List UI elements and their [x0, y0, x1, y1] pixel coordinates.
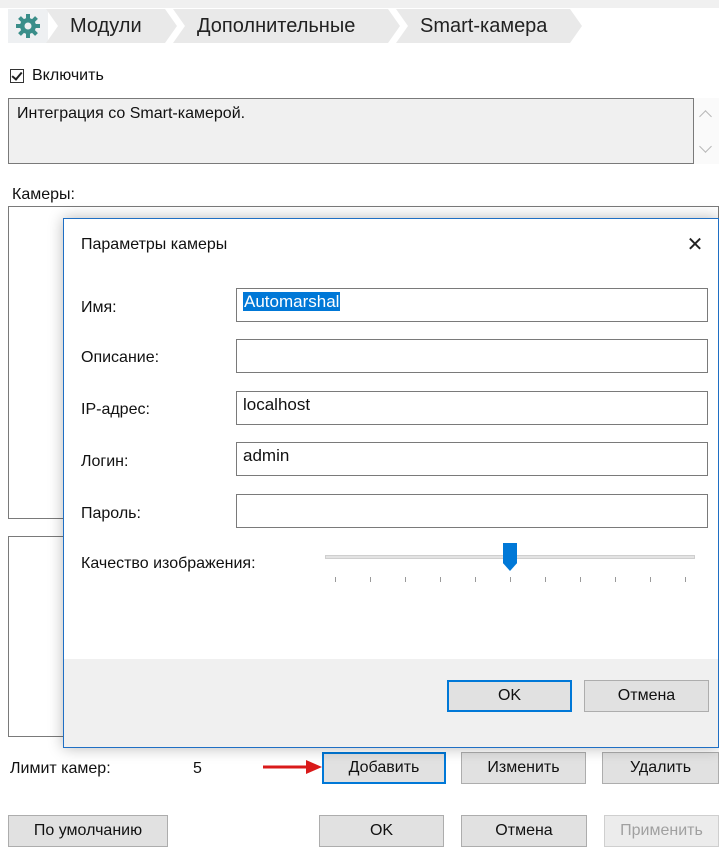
delete-camera-button[interactable]: Удалить	[602, 752, 719, 784]
breadcrumb-item-modules[interactable]: Модули	[46, 9, 177, 43]
slider-tick	[615, 577, 616, 582]
camera-limit-label: Лимит камер:	[10, 760, 111, 777]
name-value: Automarshal	[243, 292, 341, 311]
camera-params-dialog: Параметры камеры ✕ Имя: Automarshal Опис…	[63, 218, 719, 748]
close-icon[interactable]: ✕	[680, 229, 710, 259]
gear-icon[interactable]	[8, 9, 48, 43]
slider-tick	[440, 577, 441, 582]
cameras-label: Камеры:	[12, 186, 75, 203]
login-field[interactable]: admin	[236, 442, 708, 476]
slider-tick	[685, 577, 686, 582]
slider-tick	[475, 577, 476, 582]
slider-tick	[650, 577, 651, 582]
ip-address-field[interactable]: localhost	[236, 391, 708, 425]
breadcrumb-item-smart-camera[interactable]: Smart-камера	[396, 9, 582, 43]
dialog-footer: OK Отмена	[64, 659, 718, 747]
slider-tick	[580, 577, 581, 582]
description-field[interactable]	[236, 339, 708, 373]
red-arrow-icon	[263, 760, 322, 774]
apply-button[interactable]: Применить	[604, 815, 719, 847]
image-quality-slider[interactable]	[325, 543, 695, 587]
camera-limit-value: 5	[193, 760, 202, 777]
enable-checkbox-row[interactable]: Включить	[10, 67, 104, 85]
slider-tick	[370, 577, 371, 582]
password-field[interactable]	[236, 494, 708, 528]
slider-tick	[545, 577, 546, 582]
slider-thumb[interactable]	[503, 543, 517, 571]
scroll-up-icon[interactable]	[699, 110, 712, 123]
password-label: Пароль:	[81, 505, 141, 522]
add-camera-button[interactable]: Добавить	[322, 752, 446, 784]
ip-address-label: IP-адрес:	[81, 401, 150, 418]
enable-checkbox[interactable]	[10, 69, 24, 83]
scroll-down-icon[interactable]	[699, 140, 712, 153]
cancel-button[interactable]: Отмена	[461, 815, 587, 847]
login-label: Логин:	[81, 453, 129, 470]
ok-button[interactable]: OK	[319, 815, 444, 847]
enable-label: Включить	[32, 67, 104, 84]
dialog-title: Параметры камеры	[81, 236, 228, 253]
breadcrumb-label: Smart-камера	[420, 14, 548, 37]
module-description: Интеграция со Smart-камерой.	[8, 98, 694, 164]
breadcrumb-item-additional[interactable]: Дополнительные	[173, 9, 400, 43]
defaults-button[interactable]: По умолчанию	[8, 815, 168, 847]
dialog-cancel-button[interactable]: Отмена	[584, 680, 709, 712]
top-clipped-strip	[0, 0, 719, 8]
description-scrollbar[interactable]	[694, 98, 719, 164]
slider-tick	[510, 577, 511, 582]
name-label: Имя:	[81, 299, 117, 316]
dialog-ok-button[interactable]: OK	[447, 680, 572, 712]
slider-tick	[335, 577, 336, 582]
image-quality-label: Качество изображения:	[81, 555, 256, 572]
description-label: Описание:	[81, 349, 160, 366]
breadcrumb-label: Дополнительные	[197, 14, 356, 37]
slider-tick	[405, 577, 406, 582]
name-field[interactable]: Automarshal	[236, 288, 708, 322]
breadcrumb-label: Модули	[70, 14, 142, 37]
edit-camera-button[interactable]: Изменить	[461, 752, 586, 784]
